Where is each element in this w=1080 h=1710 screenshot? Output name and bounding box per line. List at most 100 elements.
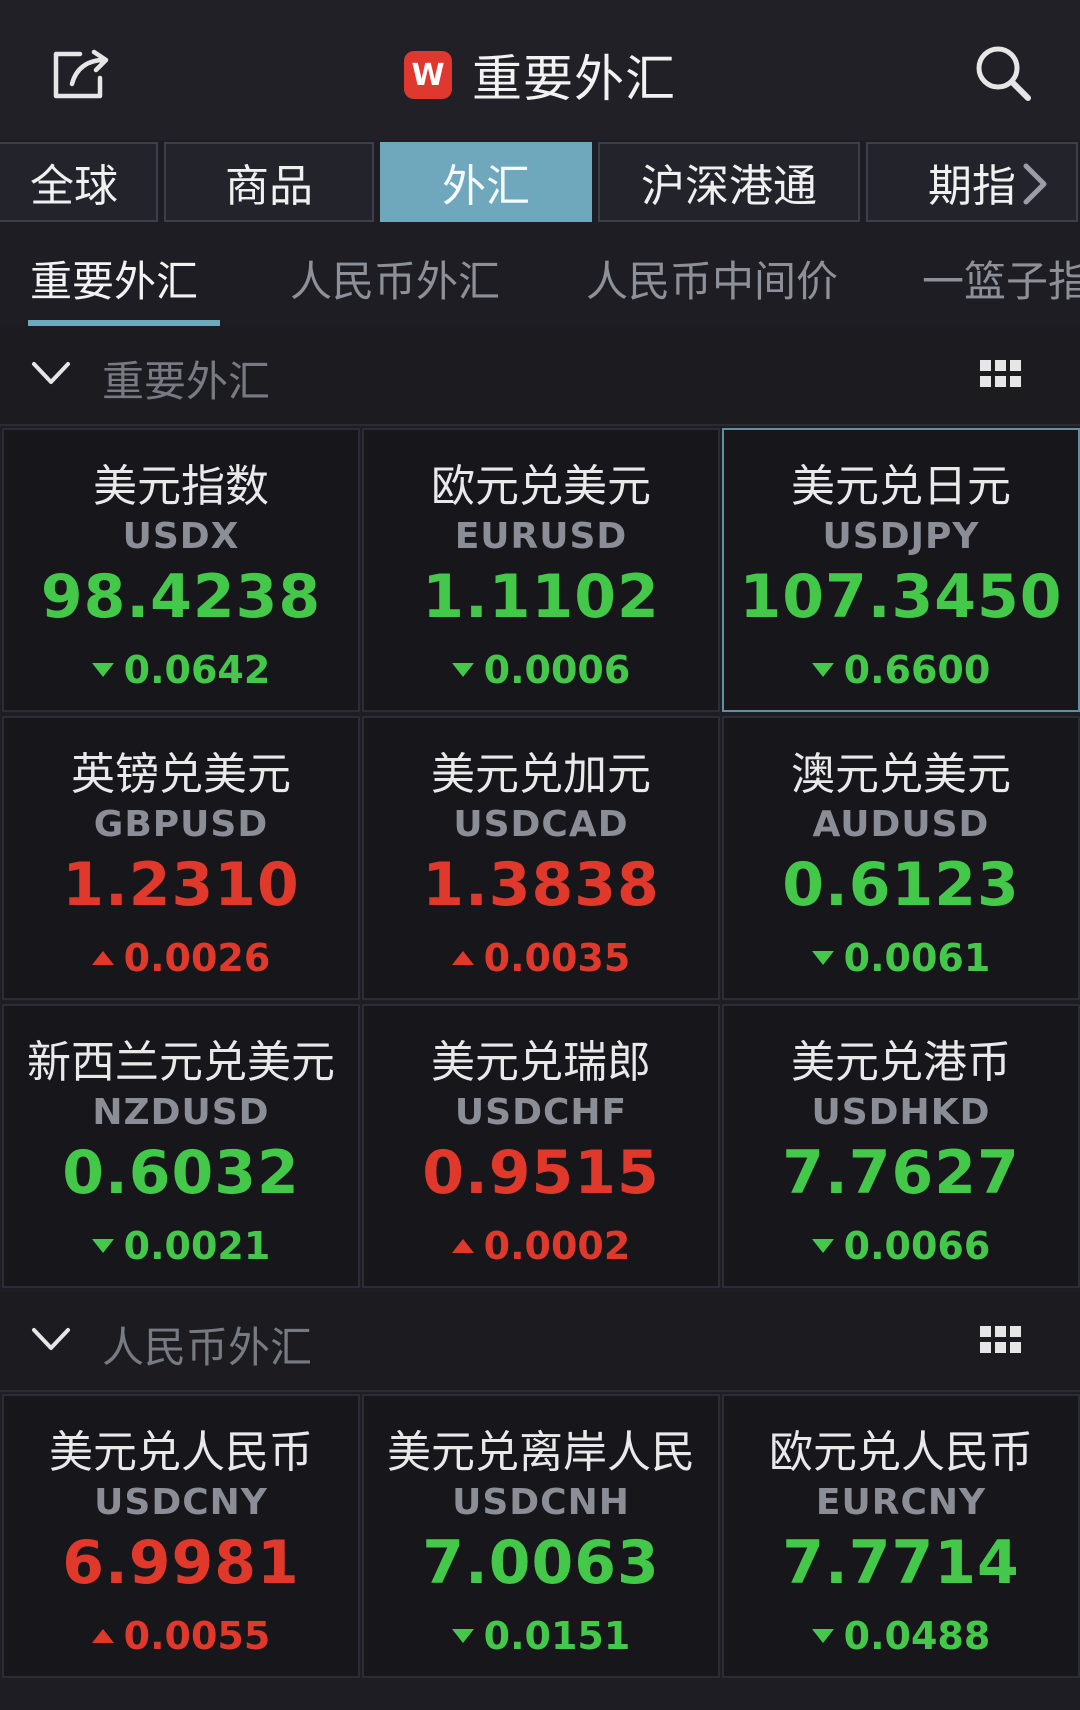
quote-card-eurcny[interactable]: 欧元兑人民币 EURCNY 7.7714 0.0488: [722, 1394, 1080, 1678]
triangle-down-icon: [811, 1239, 834, 1253]
quote-name: 美元指数: [93, 461, 269, 512]
triangle-down-icon: [451, 663, 474, 677]
quote-change-row: 0.0488: [724, 1614, 1078, 1658]
quote-name: 美元兑离岸人民: [387, 1427, 695, 1478]
quote-change: 0.0061: [843, 936, 991, 980]
quote-card-usdcny[interactable]: 美元兑人民币 USDCNY 6.9981 0.0055: [2, 1394, 360, 1678]
section-title: 人民币外汇: [102, 1323, 313, 1372]
quote-change-row: 0.0151: [364, 1614, 718, 1658]
quote-code: EURUSD: [454, 516, 628, 557]
triangle-down-icon: [91, 663, 114, 677]
quote-change-row: 0.0061: [724, 936, 1078, 980]
page-title: 重要外汇: [472, 50, 676, 108]
chevron-down-icon[interactable]: [30, 1324, 72, 1356]
chevron-right-icon[interactable]: [1020, 162, 1050, 206]
subtab-major-fx[interactable]: 重要外汇: [30, 248, 198, 309]
quote-price: 0.9515: [422, 1138, 660, 1208]
sub-tabs: 重要外汇 人民币外汇 人民币中间价 一篮子指: [0, 230, 1080, 326]
tab-index-futures-label: 期指: [928, 161, 1016, 212]
quote-change-row: 0.0021: [4, 1224, 358, 1268]
triangle-up-icon: [91, 951, 114, 965]
quote-name: 美元兑瑞郎: [431, 1037, 651, 1088]
quote-price: 7.7627: [782, 1138, 1020, 1208]
quote-card-nzdusd[interactable]: 新西兰元兑美元 NZDUSD 0.6032 0.0021: [2, 1004, 360, 1288]
quote-card-usdcnh[interactable]: 美元兑离岸人民 USDCNH 7.0063 0.0151: [362, 1394, 720, 1678]
section-header-rmb-fx[interactable]: 人民币外汇: [0, 1292, 1080, 1392]
quote-change: 0.0151: [483, 1614, 631, 1658]
quote-change-row: 0.0066: [724, 1224, 1078, 1268]
section-header-major-fx[interactable]: 重要外汇: [0, 326, 1080, 426]
tab-global[interactable]: 全球: [0, 142, 158, 222]
quote-grid-major-fx: 美元指数 USDX 98.4238 0.0642 欧元兑美元 EURUSD 1.1102 0.…: [0, 428, 1080, 1294]
subtab-basket-index[interactable]: 一篮子指: [922, 248, 1080, 309]
tab-connect-label: 沪深港通: [641, 161, 817, 212]
quote-code: USDX: [122, 516, 240, 557]
tab-commodities-label: 商品: [225, 161, 313, 212]
quote-card-gbpusd[interactable]: 英镑兑美元 GBPUSD 1.2310 0.0026: [2, 716, 360, 1000]
quote-card-usdcad[interactable]: 美元兑加元 USDCAD 1.3838 0.0035: [362, 716, 720, 1000]
quote-card-usdjpy[interactable]: 美元兑日元 USDJPY 107.3450 0.6600: [722, 428, 1080, 712]
quote-price: 1.1102: [422, 562, 660, 632]
tab-commodities[interactable]: 商品: [164, 142, 374, 222]
quote-grid-rmb-fx: 美元兑人民币 USDCNY 6.9981 0.0055 美元兑离岸人民 USDCNH 7.0…: [0, 1394, 1080, 1684]
quote-price: 7.0063: [422, 1528, 660, 1598]
market-tabs: 全球 商品 外汇 沪深港通 期指: [0, 140, 1080, 226]
quote-code: USDHKD: [811, 1092, 991, 1133]
quote-price: 7.7714: [782, 1528, 1020, 1598]
quote-change-row: 0.0026: [4, 936, 358, 980]
tab-global-label: 全球: [30, 161, 118, 212]
quote-change-row: 0.6600: [724, 648, 1078, 692]
triangle-down-icon: [91, 1239, 114, 1253]
grid-menu-icon[interactable]: [980, 1326, 1022, 1356]
tab-connect[interactable]: 沪深港通: [598, 142, 860, 222]
quote-name: 英镑兑美元: [71, 749, 291, 800]
tab-forex[interactable]: 外汇: [380, 142, 592, 222]
triangle-down-icon: [811, 1629, 834, 1643]
tab-forex-label: 外汇: [442, 161, 530, 212]
quote-price: 0.6123: [782, 850, 1020, 920]
quote-change: 0.0066: [843, 1224, 991, 1268]
logo-letter: W: [411, 57, 445, 93]
quote-code: NZDUSD: [92, 1092, 270, 1133]
triangle-up-icon: [91, 1629, 114, 1643]
triangle-down-icon: [451, 1629, 474, 1643]
quote-code: USDCAD: [453, 804, 629, 845]
quote-price: 6.9981: [62, 1528, 300, 1598]
quote-code: USDCNY: [94, 1482, 268, 1523]
grid-menu-icon[interactable]: [980, 360, 1022, 390]
quote-card-audusd[interactable]: 澳元兑美元 AUDUSD 0.6123 0.0061: [722, 716, 1080, 1000]
quote-code: USDCHF: [454, 1092, 628, 1133]
quote-change: 0.0026: [123, 936, 271, 980]
quote-change: 0.0006: [483, 648, 631, 692]
chevron-down-icon[interactable]: [30, 358, 72, 390]
quote-code: AUDUSD: [812, 804, 990, 845]
quote-name: 美元兑人民币: [49, 1427, 313, 1478]
triangle-down-icon: [811, 951, 834, 965]
quote-name: 美元兑港币: [791, 1037, 1011, 1088]
title-wrap: W 重要外汇: [0, 40, 1080, 110]
quote-change-row: 0.0642: [4, 648, 358, 692]
quote-code: USDCNH: [452, 1482, 630, 1523]
subtab-rmb-fx[interactable]: 人民币外汇: [290, 248, 500, 309]
quote-change-row: 0.0002: [364, 1224, 718, 1268]
quote-price: 1.3838: [422, 850, 660, 920]
search-icon[interactable]: [972, 42, 1034, 104]
quote-change: 0.6600: [843, 648, 991, 692]
quote-card-usdx[interactable]: 美元指数 USDX 98.4238 0.0642: [2, 428, 360, 712]
quote-card-usdchf[interactable]: 美元兑瑞郎 USDCHF 0.9515 0.0002: [362, 1004, 720, 1288]
section-title: 重要外汇: [102, 357, 271, 406]
tab-index-futures[interactable]: 期指: [866, 142, 1078, 222]
quote-code: EURCNY: [815, 1482, 987, 1523]
top-bar: W 重要外汇: [0, 0, 1080, 140]
quote-card-eurusd[interactable]: 欧元兑美元 EURUSD 1.1102 0.0006: [362, 428, 720, 712]
quote-price: 98.4238: [40, 562, 322, 632]
subtab-rmb-central-parity[interactable]: 人民币中间价: [586, 248, 838, 309]
quote-price: 107.3450: [739, 562, 1063, 632]
quote-name: 欧元兑人民币: [769, 1427, 1033, 1478]
quote-name: 新西兰元兑美元: [27, 1037, 335, 1088]
quote-change: 0.0488: [843, 1614, 991, 1658]
quote-card-usdhkd[interactable]: 美元兑港币 USDHKD 7.7627 0.0066: [722, 1004, 1080, 1288]
quote-name: 澳元兑美元: [791, 749, 1011, 800]
quote-name: 美元兑加元: [431, 749, 651, 800]
quote-change: 0.0035: [483, 936, 631, 980]
